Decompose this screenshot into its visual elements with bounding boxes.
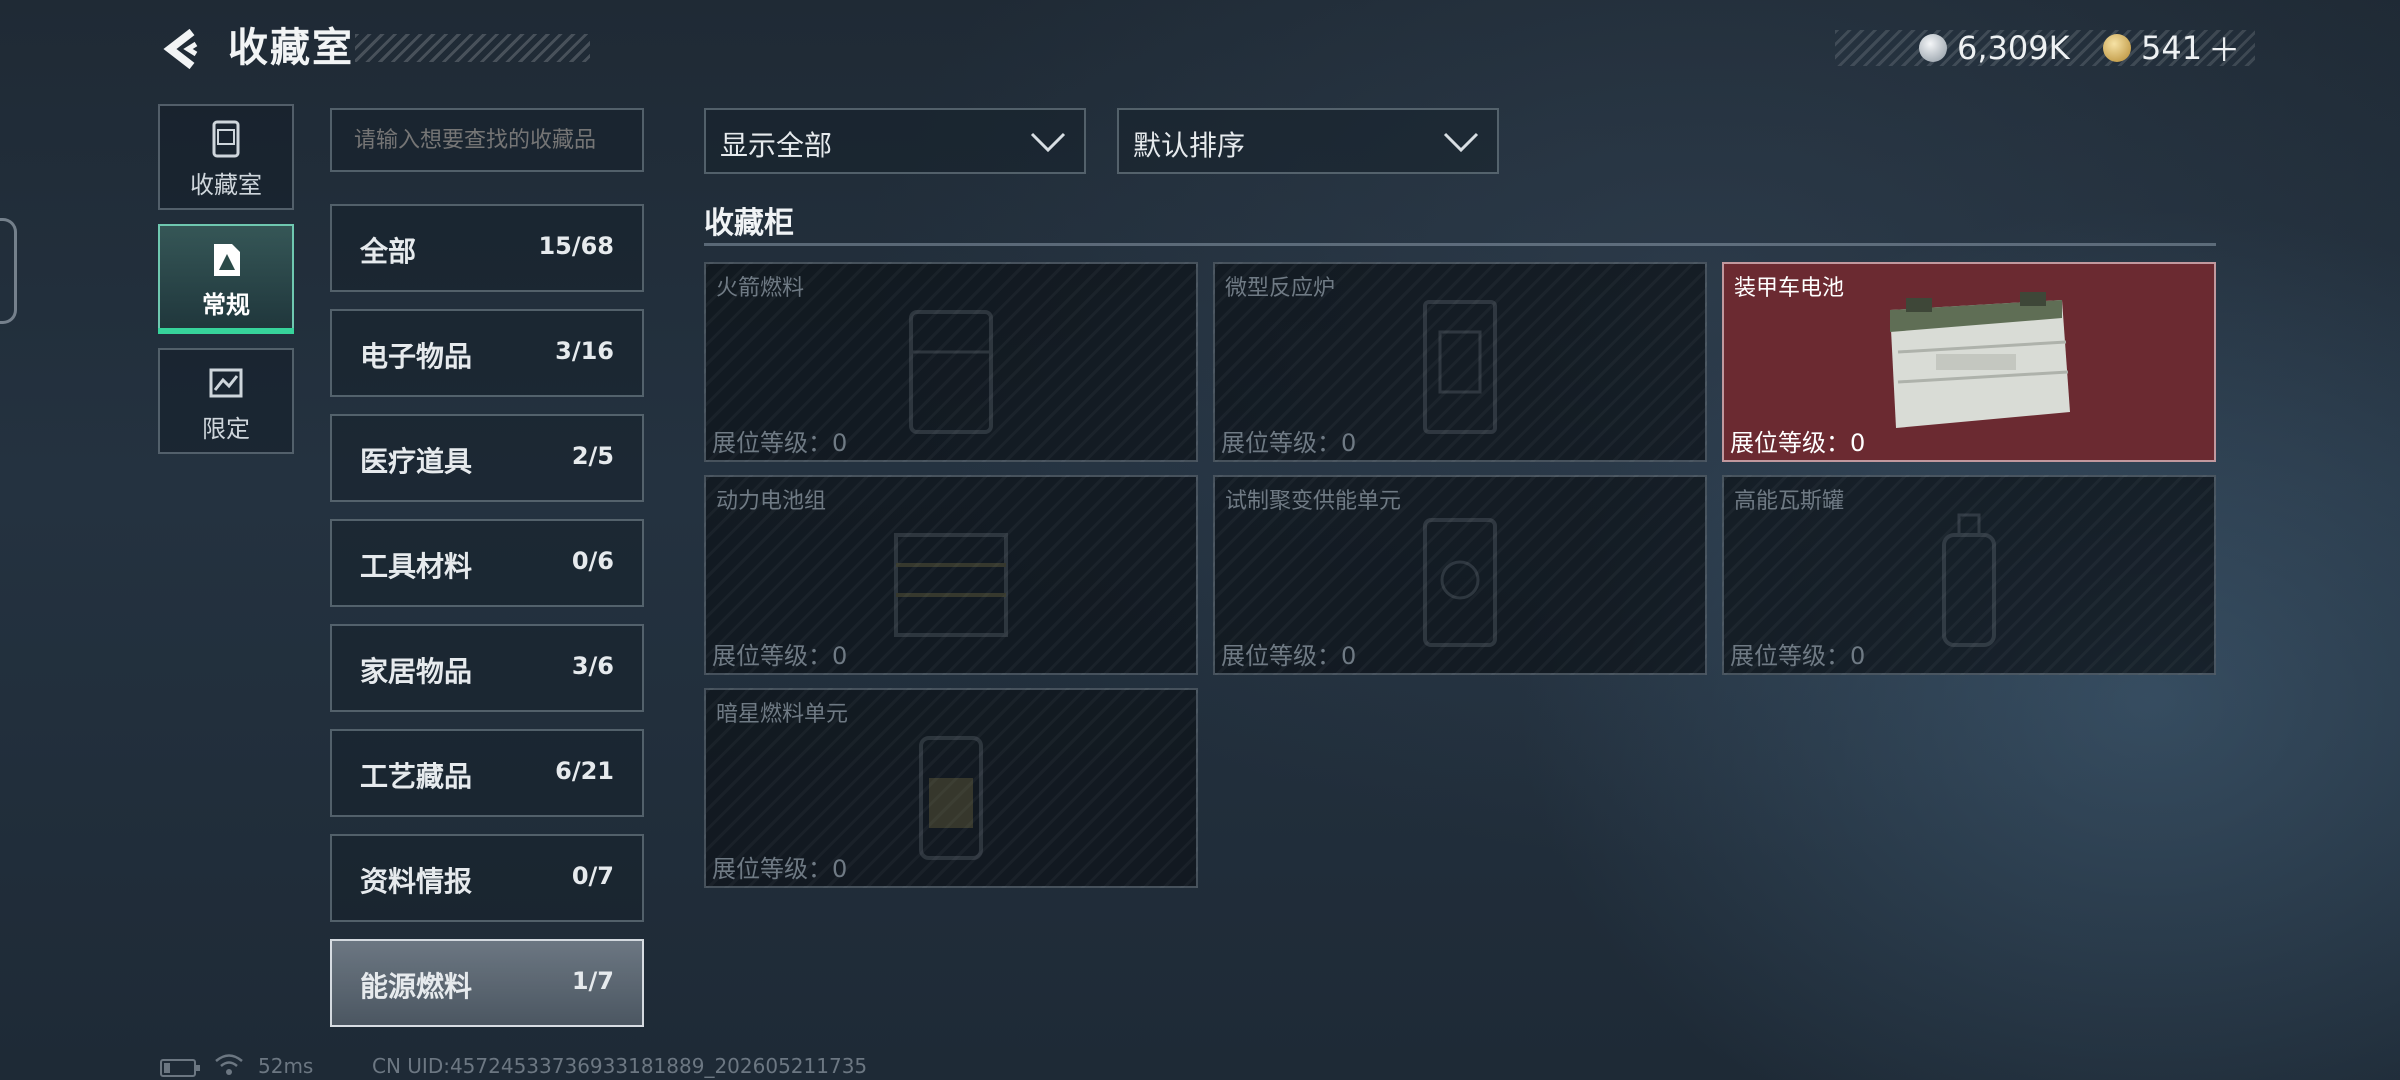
wifi-icon xyxy=(215,1054,243,1075)
item-name: 火箭燃料 xyxy=(716,276,805,301)
regular-collection-icon xyxy=(214,244,240,276)
item-card-gas-canister[interactable]: 高能瓦斯罐 展位等级：0 xyxy=(1722,475,2216,675)
item-card-dark-star-fuel-cell[interactable]: 暗星燃料单元 展位等级：0 xyxy=(704,688,1198,888)
sort-dropdown[interactable]: 默认排序 xyxy=(1117,108,1499,174)
search-input[interactable] xyxy=(330,108,644,172)
side-tab-showcase[interactable]: 收藏室 xyxy=(158,104,294,210)
category-electronics[interactable]: 电子物品 3/16 xyxy=(330,309,644,397)
category-count: 15/68 xyxy=(538,232,614,260)
item-level: 展位等级：0 xyxy=(712,429,848,457)
category-name: 电子物品 xyxy=(360,340,473,373)
battery-icon xyxy=(160,1059,200,1077)
item-name: 微型反应炉 xyxy=(1225,276,1336,301)
category-name: 医疗道具 xyxy=(360,445,473,478)
page-title: 收藏室 xyxy=(228,25,354,71)
category-name: 工艺藏品 xyxy=(360,760,473,793)
gas-canister-icon xyxy=(1942,513,1996,647)
category-name: 工具材料 xyxy=(360,550,473,583)
side-tab-label: 限定 xyxy=(202,415,250,443)
currency-silver: 6,309K xyxy=(1919,29,2070,67)
filter-value: 显示全部 xyxy=(720,129,833,162)
category-count: 0/7 xyxy=(571,862,614,890)
silver-coin-icon xyxy=(1919,34,1947,62)
side-drawer-handle[interactable] xyxy=(0,218,17,324)
side-tab-regular[interactable]: 常规 xyxy=(158,224,294,334)
category-household[interactable]: 家居物品 3/6 xyxy=(330,624,644,712)
category-count: 6/21 xyxy=(555,757,614,785)
item-level: 展位等级：0 xyxy=(712,642,848,670)
category-count: 2/5 xyxy=(571,442,614,470)
side-tab-label: 收藏室 xyxy=(190,171,262,199)
fuel-cell-icon xyxy=(919,736,983,860)
category-name: 能源燃料 xyxy=(360,970,473,1003)
item-level: 展位等级：0 xyxy=(1221,429,1357,457)
category-energy[interactable]: 能源燃料 1/7 xyxy=(330,939,644,1027)
uid-text: CN UID:4572453373693318​1889_20260521173… xyxy=(372,1054,868,1078)
chevron-down-icon xyxy=(1443,132,1479,152)
sort-value: 默认排序 xyxy=(1133,129,1246,162)
category-count: 3/16 xyxy=(555,337,614,365)
category-all[interactable]: 全部 15/68 xyxy=(330,204,644,292)
rocket-fuel-icon xyxy=(909,310,993,434)
item-level: 展位等级：0 xyxy=(712,855,848,883)
category-name: 资料情报 xyxy=(360,865,473,898)
category-count: 0/6 xyxy=(571,547,614,575)
item-card-rocket-fuel[interactable]: 火箭燃料 展位等级：0 xyxy=(704,262,1198,462)
showcase-icon xyxy=(212,120,240,158)
item-card-armored-vehicle-battery[interactable]: 装甲车电池 展位等级：0 xyxy=(1722,262,2216,462)
category-name: 家居物品 xyxy=(360,655,473,688)
add-currency-button[interactable]: ＋ xyxy=(2208,25,2240,71)
gold-amount: 541 xyxy=(2141,29,2203,67)
title-decoration xyxy=(355,34,590,62)
item-name: 高能瓦斯罐 xyxy=(1734,489,1845,514)
item-card-power-battery-pack[interactable]: 动力电池组 展位等级：0 xyxy=(704,475,1198,675)
battery-pack-icon xyxy=(894,533,1008,637)
limited-collection-icon xyxy=(209,368,243,398)
car-battery-icon xyxy=(1890,292,2070,428)
ping-text: 52ms xyxy=(258,1054,314,1078)
item-card-micro-reactor[interactable]: 微型反应炉 展位等级：0 xyxy=(1213,262,1707,462)
currency-gold[interactable]: 541 ＋ xyxy=(2103,29,2240,69)
category-medical[interactable]: 医疗道具 2/5 xyxy=(330,414,644,502)
item-name: 暗星燃料单元 xyxy=(716,702,849,727)
category-name: 全部 xyxy=(360,235,417,268)
micro-reactor-icon xyxy=(1423,300,1497,434)
side-tab-limited[interactable]: 限定 xyxy=(158,348,294,454)
section-divider xyxy=(704,243,2216,246)
item-name: 动力电池组 xyxy=(716,489,827,514)
silver-amount: 6,309K xyxy=(1957,29,2070,67)
filter-dropdown[interactable]: 显示全部 xyxy=(704,108,1086,174)
category-count: 3/6 xyxy=(571,652,614,680)
category-tools[interactable]: 工具材料 0/6 xyxy=(330,519,644,607)
gold-coin-icon xyxy=(2103,34,2131,62)
section-title: 收藏柜 xyxy=(704,206,794,241)
category-count: 1/7 xyxy=(571,967,614,995)
category-intel[interactable]: 资料情报 0/7 xyxy=(330,834,644,922)
item-level: 展位等级：0 xyxy=(1221,642,1357,670)
item-level: 展位等级：0 xyxy=(1730,642,1866,670)
currency-bar: 6,309K 541 ＋ xyxy=(1835,29,2255,69)
item-card-fusion-power-unit[interactable]: 试制聚变供能单元 展位等级：0 xyxy=(1213,475,1707,675)
back-arrow-icon[interactable] xyxy=(158,24,208,74)
side-tab-label: 常规 xyxy=(202,291,250,319)
item-name: 装甲车电池 xyxy=(1734,276,1845,301)
chevron-down-icon xyxy=(1030,132,1066,152)
fusion-unit-icon xyxy=(1423,518,1497,647)
item-level: 展位等级：0 xyxy=(1730,429,1866,457)
item-name: 试制聚变供能单元 xyxy=(1225,489,1402,514)
category-crafts[interactable]: 工艺藏品 6/21 xyxy=(330,729,644,817)
